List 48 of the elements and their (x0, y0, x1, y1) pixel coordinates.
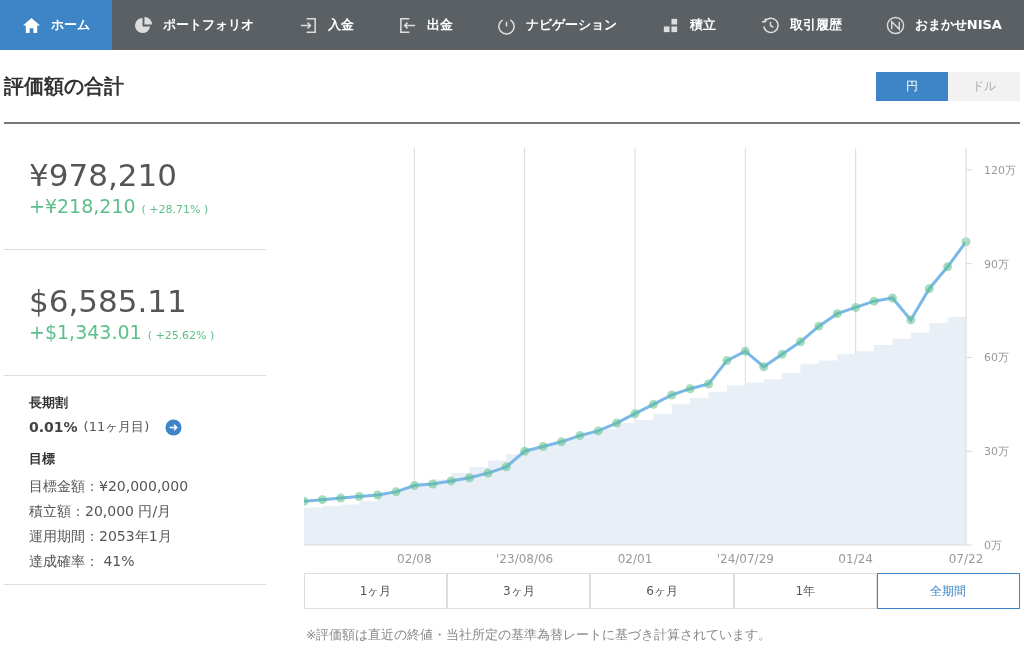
footnote: ※評価額は直近の終値・当社所定の基準為替レートに基づき計算されています。 (306, 627, 773, 644)
discount-months: (11ヶ月目) (83, 418, 150, 436)
period-tab[interactable]: 3ヶ月 (447, 573, 591, 609)
y-axis-label: 120万 (984, 163, 1016, 177)
home-icon (22, 15, 42, 35)
nav-tab[interactable]: ホーム (0, 0, 113, 50)
total-value: $6,585.11 (29, 282, 188, 319)
gain-amount: +$1,343.01 (29, 320, 142, 343)
period-tab[interactable]: 1ヶ月 (304, 573, 448, 609)
page-title: 評価額の合計 (4, 72, 124, 100)
period-tab[interactable]: 全期間 (876, 573, 1020, 609)
y-axis-label: 90万 (984, 257, 1009, 271)
currency-toggle[interactable]: 円 (876, 71, 948, 101)
gain-percent: ( +28.71% ) (141, 202, 209, 216)
gain-percent: ( +25.62% ) (147, 328, 215, 342)
x-axis-label: '24/07/29 (716, 552, 774, 566)
y-axis-label: 30万 (984, 445, 1009, 459)
y-axis-label: 0万 (984, 539, 1002, 552)
x-axis-label: 01/24 (838, 552, 873, 566)
goal-detail: 達成確率： 41% (29, 552, 136, 571)
history-icon (760, 15, 780, 35)
goal-detail: 積立額：20,000 円/月 (29, 502, 173, 521)
goal-detail: 運用期間：2053年1月 (29, 527, 173, 546)
x-axis-label: 07/22 (948, 552, 984, 566)
y-axis-label: 60万 (984, 351, 1009, 365)
sign-out-icon (397, 15, 417, 35)
logo-icon (885, 15, 905, 35)
sign-in-icon (298, 15, 318, 35)
nav-tab[interactable]: ナビゲーション (474, 0, 640, 50)
nav-tab[interactable]: 取引履歴 (738, 0, 864, 50)
arrow-right-icon[interactable] (165, 418, 183, 436)
goal-heading: 目標 (29, 450, 56, 468)
discount-heading: 長期割 (29, 394, 69, 412)
period-tab[interactable]: 6ヶ月 (590, 573, 734, 609)
goal-detail: 目標金額：¥20,000,000 (29, 477, 190, 496)
period-tab[interactable]: 1年 (733, 573, 877, 609)
nav-tab[interactable]: 入金 (276, 0, 376, 50)
nav-tab[interactable]: おまかせNISA (863, 0, 1024, 50)
x-axis-label: 02/01 (617, 552, 653, 566)
nav-tab[interactable]: ポートフォリオ (112, 0, 277, 50)
x-axis-label: '23/08/06 (496, 552, 554, 566)
x-axis-label: 02/08 (397, 552, 432, 566)
pie-chart-icon (134, 15, 154, 35)
nav-tab[interactable]: 出金 (375, 0, 475, 50)
total-value: ¥978,210 (29, 156, 178, 193)
gain-amount: +¥218,210 (29, 194, 136, 217)
discount-rate: 0.01% (29, 419, 78, 435)
nav-tab[interactable]: 積立 (639, 0, 739, 50)
